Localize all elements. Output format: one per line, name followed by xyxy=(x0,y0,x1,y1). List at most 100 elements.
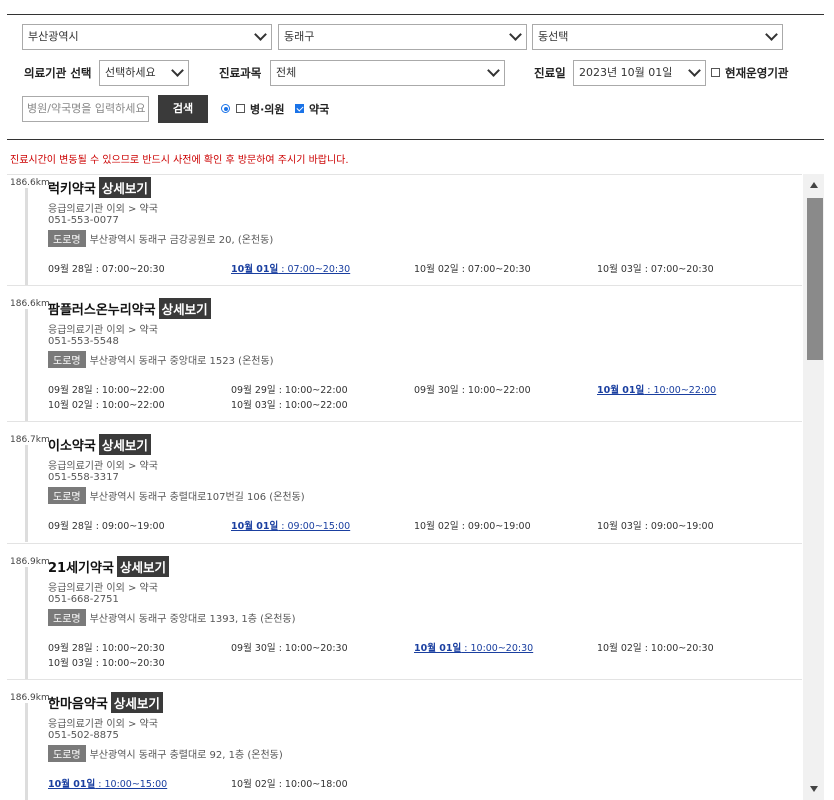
hours-time: : 09:00~19:00 xyxy=(458,521,531,532)
hours-time: : 10:00~15:00 xyxy=(95,779,168,790)
date-label: 진료일 xyxy=(534,66,566,80)
scrollbar[interactable] xyxy=(803,174,824,800)
hours-date: 09월 28일 xyxy=(48,264,93,275)
address: 부산광역시 동래구 충렬대로 92, 1층 (온천동) xyxy=(89,750,283,761)
facility-select[interactable]: 선택하세요 xyxy=(99,60,189,86)
category: 응급의료기관 이외 > 약국 xyxy=(48,719,158,730)
category: 응급의료기관 이외 > 약국 xyxy=(48,461,158,472)
hours-date: 10월 03일 xyxy=(597,521,642,532)
timeline-line xyxy=(25,567,28,679)
address-line: 도로명 부산광역시 동래구 금강공원로 20, (온천동) xyxy=(48,230,273,247)
results-list[interactable]: 186.6km 럭키약국 상세보기 응급의료기관 이외 > 약국 051-553-… xyxy=(7,174,824,800)
hours-entry-today[interactable]: 10월 01일 : 09:00~15:00 xyxy=(231,518,350,532)
category: 응급의료기관 이외 > 약국 xyxy=(48,583,158,594)
list-divider xyxy=(7,543,802,544)
chevron-down-icon xyxy=(171,64,184,77)
address-line: 도로명 부산광역시 동래구 충렬대로107번길 106 (온천동) xyxy=(48,487,305,504)
pharmacy-name: 팜플러스온누리약국 xyxy=(48,303,156,318)
city-select[interactable]: 부산광역시 xyxy=(22,24,272,50)
hours-time: : 07:00~20:30 xyxy=(641,264,714,275)
dong-select[interactable]: 동선택 xyxy=(532,24,783,50)
hours-entry: 09월 30일 : 10:00~22:00 xyxy=(414,382,531,396)
pharmacy-name: 럭키약국 xyxy=(48,182,96,197)
phone: 051-558-3317 xyxy=(48,472,119,483)
pharmacy-name: 이소약국 xyxy=(48,439,96,454)
hours-time: : 10:00~18:00 xyxy=(275,779,348,790)
search-input[interactable]: 병원/약국명을 입력하세요 xyxy=(22,96,149,122)
hours-time: : 10:00~20:30 xyxy=(275,643,348,654)
pharmacy-name-line: 럭키약국 상세보기 xyxy=(48,177,151,198)
scroll-down-icon[interactable] xyxy=(810,786,818,792)
hours-time: : 10:00~22:00 xyxy=(92,385,165,396)
road-badge: 도로명 xyxy=(48,487,86,504)
hours-entry: 10월 02일 : 10:00~18:00 xyxy=(231,776,348,790)
scroll-up-icon[interactable] xyxy=(810,182,818,188)
pharmacy-name-line: 21세기약국 상세보기 xyxy=(48,556,169,577)
list-item: 186.6km 팜플러스온누리약국 상세보기 응급의료기관 이외 > 약국 051… xyxy=(7,295,802,421)
phone: 051-553-5548 xyxy=(48,336,119,347)
phone: 051-553-0077 xyxy=(48,215,119,226)
detail-button[interactable]: 상세보기 xyxy=(110,692,163,713)
hours-date: 10월 03일 xyxy=(231,400,276,411)
search-button[interactable]: 검색 xyxy=(158,95,208,123)
chevron-down-icon xyxy=(254,28,267,41)
hours-date: 09월 29일 xyxy=(231,385,276,396)
phone: 051-502-8875 xyxy=(48,730,119,741)
operating-checkbox[interactable] xyxy=(711,68,720,77)
list-item: 186.9km 한마음약국 상세보기 응급의료기관 이외 > 약국 051-502… xyxy=(7,689,802,800)
hours-time: : 10:00~20:30 xyxy=(461,643,534,654)
detail-button[interactable]: 상세보기 xyxy=(98,177,151,198)
hours-date: 10월 01일 xyxy=(48,779,96,790)
hours-time: : 07:00~20:30 xyxy=(458,264,531,275)
hours-entry: 09월 28일 : 07:00~20:30 xyxy=(48,261,165,275)
road-badge: 도로명 xyxy=(48,745,86,762)
distance: 186.6km xyxy=(10,178,50,188)
road-badge: 도로명 xyxy=(48,230,86,247)
phone: 051-668-2751 xyxy=(48,594,119,605)
hours-date: 10월 01일 xyxy=(597,385,645,396)
hours-date: 10월 02일 xyxy=(48,400,93,411)
district-select[interactable]: 동래구 xyxy=(278,24,527,50)
hours-date: 09월 28일 xyxy=(48,385,93,396)
pharmacy-name: 한마음약국 xyxy=(48,697,108,712)
pharmacy-checkbox[interactable] xyxy=(295,104,304,113)
road-badge: 도로명 xyxy=(48,609,86,626)
city-select-value: 부산광역시 xyxy=(28,30,79,43)
category: 응급의료기관 이외 > 약국 xyxy=(48,325,158,336)
hours-date: 10월 01일 xyxy=(414,643,462,654)
timeline-line xyxy=(25,309,28,421)
hours-entry: 09월 28일 : 10:00~22:00 xyxy=(48,382,165,396)
list-item: 186.7km 이소약국 상세보기 응급의료기관 이외 > 약국 051-558-… xyxy=(7,431,802,542)
subject-select-value: 전체 xyxy=(276,66,297,79)
subject-select[interactable]: 전체 xyxy=(270,60,505,86)
date-select[interactable]: 2023년 10월 01일 xyxy=(573,60,706,86)
hours-entry: 10월 03일 : 10:00~22:00 xyxy=(231,397,348,411)
distance: 186.9km xyxy=(10,557,50,567)
hours-entry: 09월 29일 : 10:00~22:00 xyxy=(231,382,348,396)
hours-date: 10월 01일 xyxy=(231,264,279,275)
hours-entry-today[interactable]: 10월 01일 : 10:00~15:00 xyxy=(48,776,167,790)
scroll-thumb[interactable] xyxy=(807,198,823,360)
list-item: 186.9km 21세기약국 상세보기 응급의료기관 이외 > 약국 051-66… xyxy=(7,553,802,679)
search-scope-radio[interactable] xyxy=(221,104,230,113)
hours-time: : 09:00~19:00 xyxy=(641,521,714,532)
hours-date: 10월 02일 xyxy=(414,264,459,275)
hospital-checkbox[interactable] xyxy=(236,104,245,113)
detail-button[interactable]: 상세보기 xyxy=(116,556,169,577)
detail-button[interactable]: 상세보기 xyxy=(158,298,211,319)
address-line: 도로명 부산광역시 동래구 중앙대로 1523 (온천동) xyxy=(48,351,274,368)
hours-entry-today[interactable]: 10월 01일 : 07:00~20:30 xyxy=(231,261,350,275)
address-line: 도로명 부산광역시 동래구 충렬대로 92, 1층 (온천동) xyxy=(48,745,283,762)
detail-button[interactable]: 상세보기 xyxy=(98,434,151,455)
chevron-down-icon xyxy=(765,28,778,41)
chevron-down-icon xyxy=(688,64,701,77)
hours-time: : 10:00~22:00 xyxy=(458,385,531,396)
hours-entry-today[interactable]: 10월 01일 : 10:00~22:00 xyxy=(597,382,716,396)
hours-entry-today[interactable]: 10월 01일 : 10:00~20:30 xyxy=(414,640,533,654)
hours-date: 09월 30일 xyxy=(231,643,276,654)
facility-label: 의료기관 선택 xyxy=(24,66,92,80)
hours-time: : 09:00~15:00 xyxy=(278,521,351,532)
chevron-down-icon xyxy=(509,28,522,41)
hours-entry: 10월 02일 : 07:00~20:30 xyxy=(414,261,531,275)
hours-entry: 10월 03일 : 10:00~20:30 xyxy=(48,655,165,669)
